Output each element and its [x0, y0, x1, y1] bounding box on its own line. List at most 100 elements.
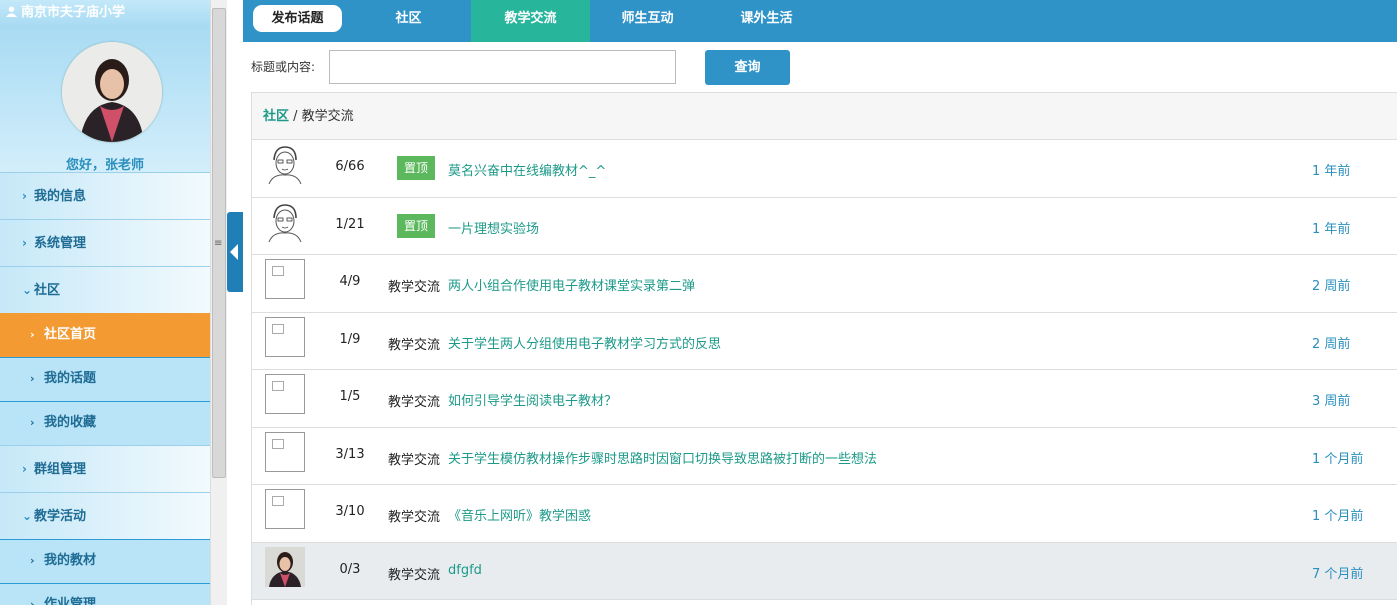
tab-community[interactable]: 社区 [349, 0, 468, 42]
row-avatar[interactable] [265, 546, 305, 587]
reply-view-count: 0/3 [339, 561, 361, 577]
row-timestamp: 7 个月前 [1312, 566, 1364, 582]
collapse-sidebar-button[interactable] [227, 212, 243, 292]
sidebar-item-groups[interactable]: › 群组管理 [0, 445, 210, 492]
topic-title-link[interactable]: 莫名兴奋中在线编教材^_^ [448, 160, 606, 179]
row-avatar[interactable] [265, 489, 305, 529]
chevron-right-icon: › [30, 416, 35, 429]
breadcrumb: 社区 / 教学交流 [252, 92, 1397, 140]
row-category: 教学交流 [388, 567, 441, 583]
profile-panel: 您好，张老师 [0, 26, 210, 173]
row-category: 教学交流 [388, 280, 441, 295]
chevron-right-icon: › [30, 554, 35, 567]
breadcrumb-current: 教学交流 [301, 109, 354, 124]
row-timestamp: 2 周前 [1312, 336, 1351, 352]
reply-view-count: 1/21 [335, 216, 365, 232]
topic-rows: 6/66 置顶 莫名兴奋中在线编教材^_^ 1 年前 1/21 置顶 一片理想实验场 1 年前… [252, 140, 1397, 600]
row-avatar[interactable] [265, 316, 305, 357]
search-input[interactable] [329, 50, 676, 84]
row-avatar[interactable] [265, 144, 305, 185]
table-row[interactable]: 0/3 教学交流 dfgfd 7 个月前 [252, 542, 1397, 600]
chevron-right-icon: › [30, 598, 35, 605]
sidebar-item-my-textbooks[interactable]: › 我的教材 [0, 539, 210, 583]
post-topic-button[interactable]: 发布话题 [253, 5, 342, 32]
teacher-photo [62, 42, 162, 142]
row-timestamp: 2 周前 [1312, 279, 1351, 294]
resize-grip-icon[interactable]: ≡ [214, 238, 222, 249]
table-row[interactable]: 3/10 教学交流 《音乐上网听》教学困惑 1 个月前 [252, 485, 1397, 543]
topic-title-link[interactable]: dfgfd [448, 563, 482, 578]
tab-extracurricular[interactable]: 课外生活 [707, 0, 826, 42]
sidebar-nav: › 我的信息 › 系统管理 ⌄ 社区 › 社区首页 › 我的话题 › 我的收藏 › 群组管理 … [0, 172, 210, 605]
breadcrumb-root[interactable]: 社区 [263, 109, 289, 124]
row-timestamp: 1 年前 [1312, 164, 1351, 179]
row-avatar[interactable] [265, 374, 305, 414]
chevron-right-icon: › [30, 328, 35, 341]
sketch-avatar [265, 144, 305, 185]
reply-view-count: 4/9 [339, 274, 361, 289]
table-row[interactable]: 6/66 置顶 莫名兴奋中在线编教材^_^ 1 年前 [252, 140, 1397, 198]
row-timestamp: 3 周前 [1312, 394, 1351, 409]
chevron-right-icon: › [22, 236, 27, 250]
school-name: 南京市夫子庙小学 [21, 5, 126, 20]
sidebar-item-homework[interactable]: › 作业管理 [0, 583, 210, 605]
pinned-badge: 置顶 [397, 213, 435, 238]
breadcrumb-separator: / [289, 109, 302, 124]
table-row[interactable]: 1/5 教学交流 如何引导学生阅读电子教材？ 3 周前 [252, 370, 1397, 428]
table-row[interactable]: 1/9 教学交流 关于学生两人分组使用电子教材学习方式的反思 2 周前 [252, 312, 1397, 370]
row-timestamp: 1 年前 [1312, 221, 1351, 237]
chevron-right-icon: › [30, 372, 35, 385]
table-row[interactable]: 4/9 教学交流 两人小组合作使用电子教材课堂实录第二弹 2 周前 [252, 255, 1397, 313]
sidebar-item-community-home[interactable]: › 社区首页 [0, 313, 210, 357]
school-header: 南京市夫子庙小学 [0, 0, 210, 26]
row-avatar[interactable] [265, 259, 305, 299]
broken-image-icon [265, 374, 305, 414]
sidebar-item-my-topics[interactable]: › 我的话题 [0, 357, 210, 401]
tab-teaching-exchange[interactable]: 教学交流 [471, 0, 590, 42]
broken-image-icon [265, 431, 305, 472]
reply-view-count: 3/13 [335, 446, 365, 462]
user-icon [6, 6, 17, 17]
sidebar-item-my-info[interactable]: › 我的信息 [0, 172, 210, 219]
topic-title-link[interactable]: 如何引导学生阅读电子教材？ [448, 390, 617, 409]
broken-image-icon [265, 489, 305, 529]
greeting: 您好，张老师 [65, 158, 144, 173]
row-category: 教学交流 [388, 395, 441, 410]
table-row[interactable]: 3/13 教学交流 关于学生模仿教材操作步骤时思路时因窗口切换导致思路被打断的一些想… [252, 427, 1397, 485]
avatar[interactable] [62, 42, 162, 142]
row-avatar[interactable] [265, 431, 305, 472]
query-button[interactable]: 查询 [705, 50, 790, 85]
chevron-right-icon: › [22, 189, 27, 203]
row-timestamp: 1 个月前 [1312, 509, 1364, 524]
sketch-avatar [265, 201, 305, 242]
search-label: 标题或内容: [251, 60, 316, 74]
row-timestamp: 1 个月前 [1312, 451, 1364, 467]
topic-title-link[interactable]: 关于学生两人分组使用电子教材学习方式的反思 [448, 333, 721, 352]
top-nav: 发布话题 社区 教学交流 师生互动 课外生活 [243, 0, 1397, 42]
topic-title-link[interactable]: 一片理想实验场 [448, 218, 539, 237]
broken-image-icon [265, 316, 305, 357]
topic-list: 社区 / 教学交流 6/66 置顶 莫名兴奋中在线编教材^_^ 1 年前 1/21 置顶一… [251, 92, 1397, 605]
topic-title-link[interactable]: 《音乐上网听》教学困惑 [448, 505, 591, 524]
reply-view-count: 3/10 [335, 504, 365, 519]
row-avatar[interactable] [265, 201, 305, 242]
chevron-down-icon: ⌄ [22, 283, 33, 297]
reply-view-count: 1/5 [339, 389, 361, 404]
sidebar: 南京市夫子庙小学 您好，张老师 › 我的信息 › 系统管理 ⌄ 社区 › 社区首页 › 我… [0, 0, 210, 605]
photo-avatar [265, 546, 305, 587]
sidebar-item-teaching[interactable]: ⌄ 教学活动 [0, 492, 210, 539]
sidebar-item-system[interactable]: › 系统管理 [0, 219, 210, 266]
tab-teacher-student[interactable]: 师生互动 [588, 0, 707, 42]
chevron-right-icon: › [22, 462, 27, 476]
chevron-down-icon: ⌄ [22, 509, 33, 523]
reply-view-count: 6/66 [335, 159, 365, 174]
pinned-badge: 置顶 [397, 156, 435, 180]
topic-title-link[interactable]: 关于学生模仿教材操作步骤时思路时因窗口切换导致思路被打断的一些想法 [448, 448, 877, 467]
sidebar-item-community[interactable]: ⌄ 社区 [0, 266, 210, 313]
topic-title-link[interactable]: 两人小组合作使用电子教材课堂实录第二弹 [448, 275, 695, 294]
row-category: 教学交流 [388, 452, 441, 468]
reply-view-count: 1/9 [339, 331, 361, 347]
table-row[interactable]: 1/21 置顶 一片理想实验场 1 年前 [252, 197, 1397, 255]
broken-image-icon [265, 259, 305, 299]
sidebar-item-my-favorites[interactable]: › 我的收藏 [0, 401, 210, 445]
